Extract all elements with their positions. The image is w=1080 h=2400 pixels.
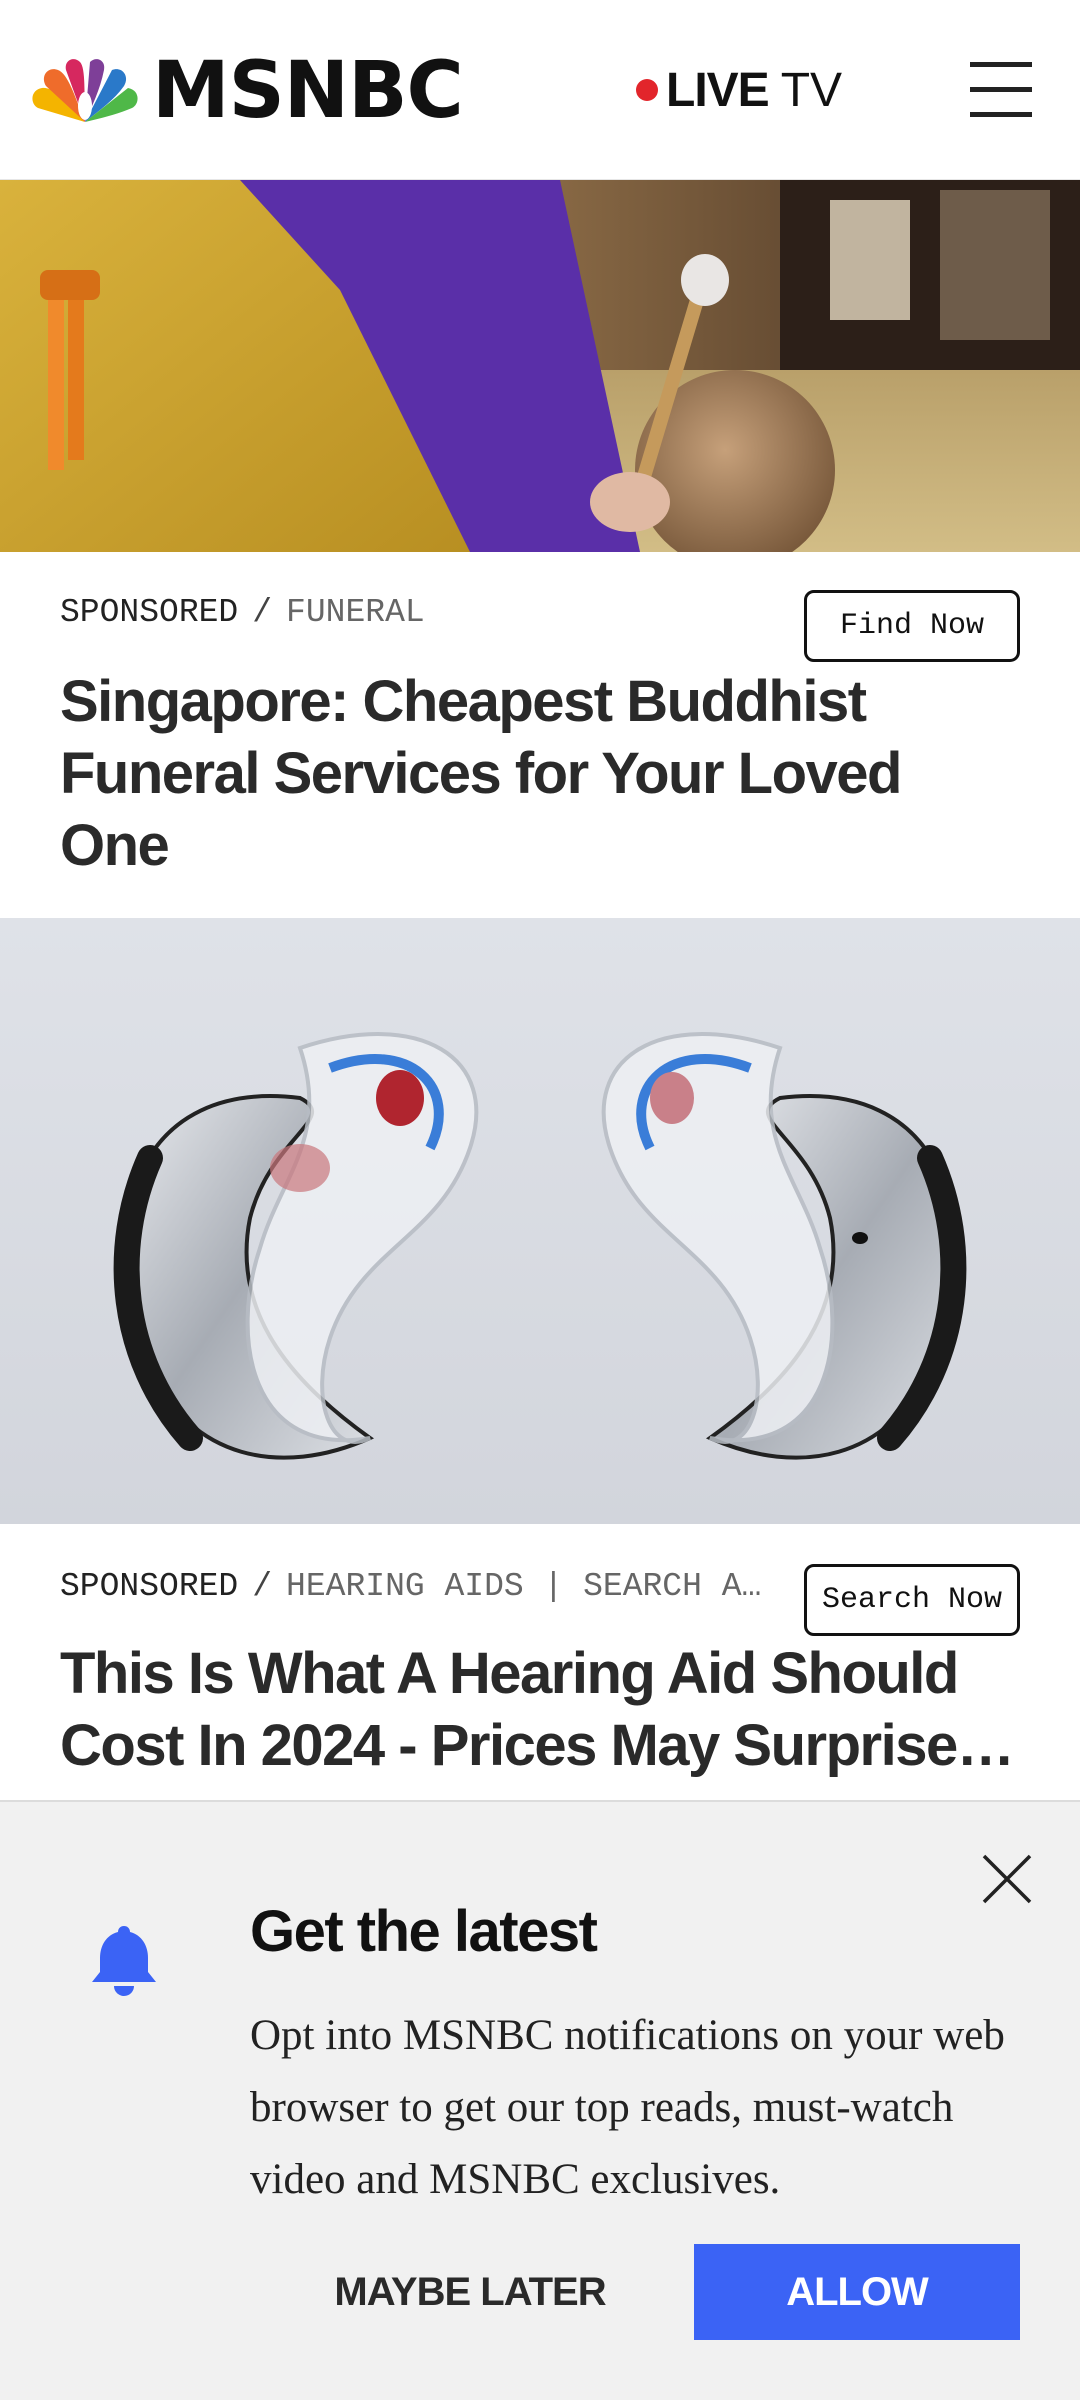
hearing-aids-photo bbox=[0, 918, 1080, 1524]
live-tv-link[interactable]: LIVE TV bbox=[636, 60, 842, 120]
category-label[interactable]: HEARING AIDS | SEARCH A… bbox=[286, 1568, 761, 1605]
live-indicator-icon bbox=[636, 79, 658, 101]
card-image-funeral[interactable] bbox=[0, 180, 1080, 552]
search-now-button[interactable]: Search Now bbox=[804, 1564, 1020, 1636]
find-now-button[interactable]: Find Now bbox=[804, 590, 1020, 662]
sponsored-label: SPONSORED bbox=[60, 1568, 239, 1605]
notification-prompt: Get the latest Opt into MSNBC notificati… bbox=[0, 1800, 1080, 2400]
tv-label: TV bbox=[780, 63, 843, 117]
allow-button[interactable]: ALLOW bbox=[694, 2244, 1020, 2340]
live-label: LIVE bbox=[666, 63, 770, 117]
meta-separator: / bbox=[252, 1568, 273, 1605]
funeral-photo bbox=[0, 180, 1080, 552]
maybe-later-button[interactable]: MAYBE LATER bbox=[310, 2244, 630, 2340]
notification-title: Get the latest bbox=[250, 1899, 598, 1964]
meta-separator: / bbox=[252, 594, 273, 631]
peacock-logo-icon bbox=[32, 59, 138, 122]
card-image-hearing-aids[interactable] bbox=[0, 918, 1080, 1524]
headline-hearing-aids[interactable]: This Is What A Hearing Aid Should Cost I… bbox=[60, 1638, 1020, 1782]
sponsored-label: SPONSORED bbox=[60, 594, 239, 631]
notification-body: Opt into MSNBC notifications on your web… bbox=[250, 2012, 1005, 2203]
logo-wordmark: MSNBC bbox=[152, 46, 464, 136]
card-meta-funeral: SPONSORED / FUNERAL bbox=[60, 594, 780, 631]
site-header: MSNBC LIVE TV bbox=[0, 0, 1080, 180]
bell-icon bbox=[92, 1926, 156, 1996]
headline-funeral[interactable]: Singapore: Cheapest Buddhist Funeral Ser… bbox=[60, 666, 1020, 882]
hamburger-menu-icon[interactable] bbox=[970, 60, 1034, 120]
msnbc-logo[interactable]: MSNBC bbox=[28, 46, 464, 136]
card-meta-hearing-aids: SPONSORED / HEARING AIDS | SEARCH A… bbox=[60, 1568, 790, 1605]
category-label[interactable]: FUNERAL bbox=[286, 594, 425, 631]
close-icon[interactable] bbox=[980, 1852, 1034, 1906]
